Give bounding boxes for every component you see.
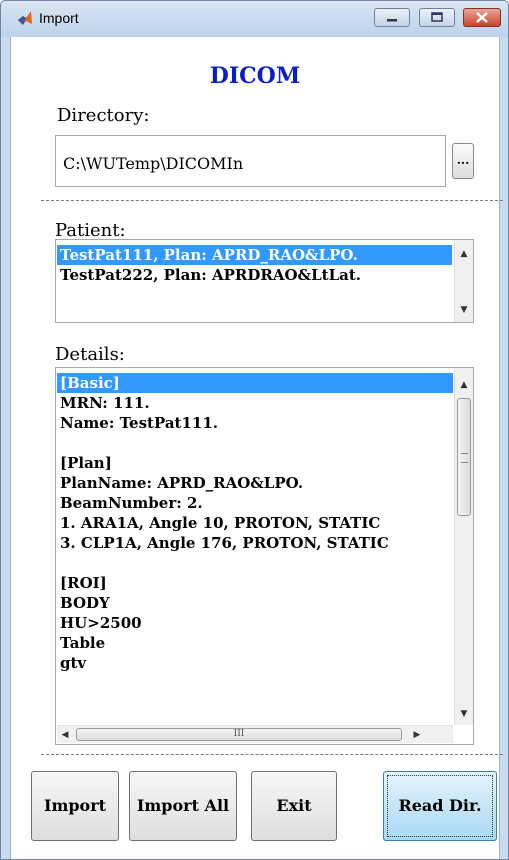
separator <box>41 200 503 201</box>
maximize-button[interactable] <box>419 8 455 27</box>
details-line[interactable]: Table <box>57 633 453 653</box>
vertical-scroll-thumb[interactable] <box>457 398 471 516</box>
details-listbox[interactable]: [Basic] MRN: 111. Name: TestPat111. [Pla… <box>55 367 474 745</box>
details-line[interactable] <box>57 433 453 453</box>
minimize-icon <box>387 19 397 22</box>
details-line[interactable]: [ROI] <box>57 573 453 593</box>
details-line[interactable]: 3. CLP1A, Angle 176, PROTON, STATIC <box>57 533 453 553</box>
details-line[interactable]: 1. ARA1A, Angle 10, PROTON, STATIC <box>57 513 453 533</box>
scroll-up-arrow-icon[interactable]: ▲ <box>455 245 473 263</box>
details-line[interactable]: gtv <box>57 653 453 673</box>
read-dir-button[interactable]: Read Dir. <box>383 771 497 841</box>
matlab-logo-icon <box>18 11 32 25</box>
dicom-heading: DICOM <box>209 63 301 89</box>
scroll-down-arrow-icon[interactable]: ▼ <box>455 301 473 319</box>
focus-ring <box>387 775 493 837</box>
patient-item[interactable]: TestPat222, Plan: APRDRAO&LtLat. <box>57 265 452 285</box>
details-vertical-scrollbar[interactable]: ▲ ▼ <box>454 368 473 725</box>
patient-label: Patient: <box>55 220 126 241</box>
details-label: Details: <box>55 344 125 365</box>
close-icon <box>476 12 488 23</box>
details-line[interactable] <box>57 553 453 573</box>
title-bar[interactable]: Import <box>1 1 508 37</box>
dialog-content: DICOM Directory: C:\WUTemp\DICOMIn ... P… <box>10 37 503 859</box>
horizontal-scroll-thumb[interactable]: III <box>76 728 402 741</box>
details-line[interactable]: MRN: 111. <box>57 393 453 413</box>
directory-label: Directory: <box>57 105 150 126</box>
scroll-left-arrow-icon[interactable]: ◀ <box>57 726 73 744</box>
import-button[interactable]: Import <box>31 771 119 841</box>
details-line[interactable]: BeamNumber: 2. <box>57 493 453 513</box>
details-line[interactable]: BODY <box>57 593 453 613</box>
maximize-icon <box>431 12 443 22</box>
window-title: Import <box>39 10 79 26</box>
patient-item[interactable]: TestPat111, Plan: APRD_RAO&LPO. <box>57 245 452 265</box>
scroll-down-arrow-icon[interactable]: ▼ <box>455 705 473 723</box>
details-line[interactable]: Name: TestPat111. <box>57 413 453 433</box>
details-line[interactable]: HU>2500 <box>57 613 453 633</box>
minimize-button[interactable] <box>374 8 410 27</box>
scroll-up-arrow-icon[interactable]: ▲ <box>455 376 473 394</box>
browse-button[interactable]: ... <box>452 143 474 179</box>
import-window: Import DICOM Directory: C:\WUTemp\DICOMI… <box>0 0 509 860</box>
separator <box>41 754 503 755</box>
details-line[interactable]: [Basic] <box>57 373 453 393</box>
patient-listbox[interactable]: TestPat111, Plan: APRD_RAO&LPO. TestPat2… <box>55 239 474 323</box>
details-horizontal-scrollbar[interactable]: ◀ III ▶ <box>57 725 453 743</box>
scroll-right-arrow-icon[interactable]: ▶ <box>409 726 425 744</box>
directory-input[interactable]: C:\WUTemp\DICOMIn <box>55 135 446 187</box>
import-all-button[interactable]: Import All <box>129 771 237 841</box>
exit-button[interactable]: Exit <box>251 771 337 841</box>
close-button[interactable] <box>463 8 501 27</box>
details-line[interactable]: [Plan] <box>57 453 453 473</box>
patient-vertical-scrollbar[interactable]: ▲ ▼ <box>454 240 473 322</box>
scroll-grip-icon <box>461 453 468 463</box>
details-line[interactable]: PlanName: APRD_RAO&LPO. <box>57 473 453 493</box>
